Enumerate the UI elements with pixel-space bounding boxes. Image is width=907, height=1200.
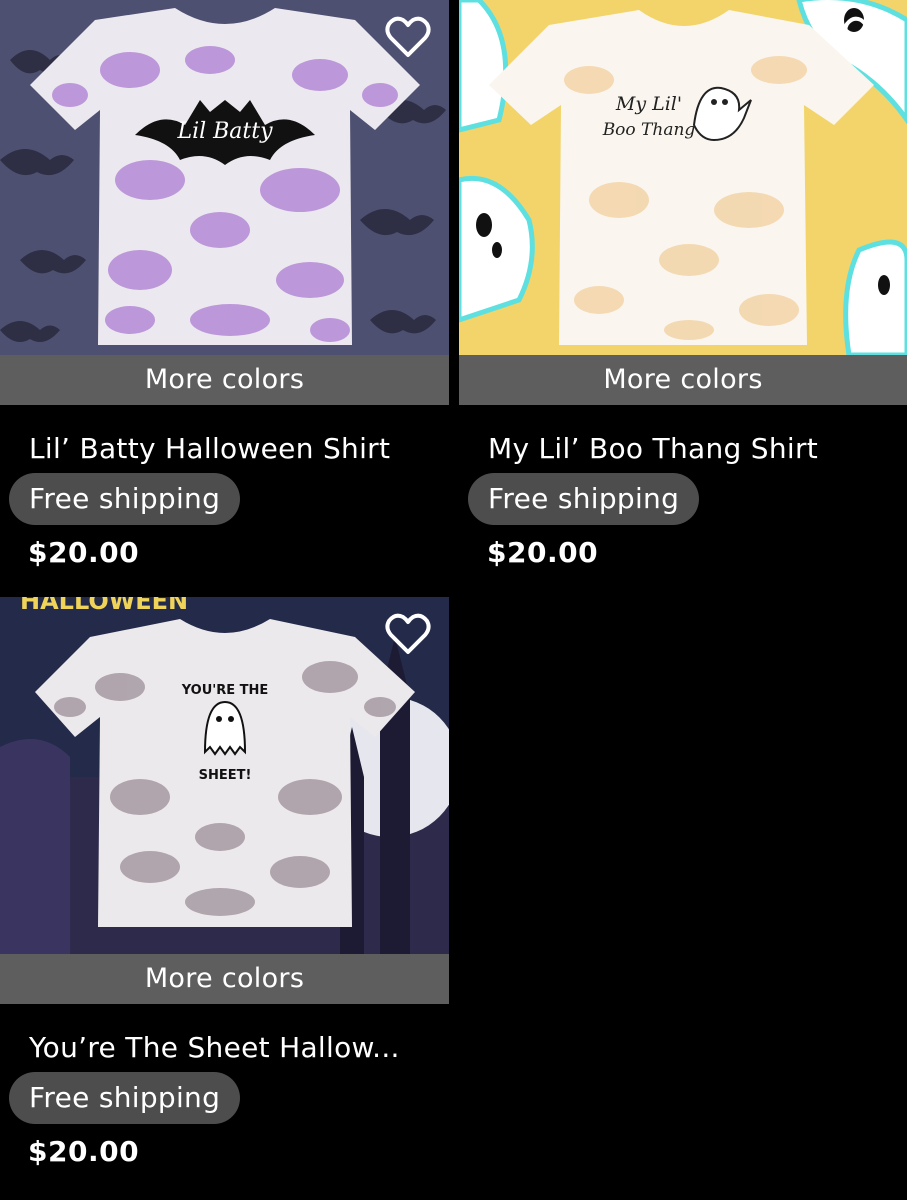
free-shipping-badge: Free shipping [468, 473, 700, 525]
listing-image[interactable]: Lil Batty [0, 0, 449, 355]
shirt-print-line1: My Lil' [615, 93, 682, 115]
boo-thang-shirt-image: My Lil' Boo Thang [459, 0, 907, 355]
heart-icon[interactable] [383, 609, 433, 659]
more-colors-button[interactable]: More colors [0, 954, 449, 1004]
shirt-print-bottom: SHEET! [199, 768, 252, 783]
listing-image[interactable]: HALLOWEEN YOU'RE THE SHEET! [0, 597, 449, 954]
listing-card-youre-the-sheet[interactable]: HALLOWEEN YOU'RE THE SHEET! More colors … [0, 597, 449, 1172]
free-shipping-badge: Free shipping [9, 473, 241, 525]
listing-price: $20.00 [487, 536, 599, 569]
listing-card-boo-thang[interactable]: My Lil' Boo Thang More colors My Lil’ Bo… [459, 0, 907, 573]
heart-icon[interactable] [383, 12, 433, 62]
listing-title[interactable]: You’re The Sheet Hallow... [29, 1030, 449, 1066]
lil-batty-shirt-image: Lil Batty [0, 0, 449, 355]
listing-title[interactable]: My Lil’ Boo Thang Shirt [488, 431, 907, 467]
heart-icon[interactable] [841, 12, 891, 62]
listing-card-lil-batty[interactable]: Lil Batty More colors Lil’ Batty Hallowe… [0, 0, 449, 573]
more-colors-button[interactable]: More colors [0, 355, 449, 405]
listing-price: $20.00 [28, 1135, 140, 1168]
listing-title[interactable]: Lil’ Batty Halloween Shirt [29, 431, 449, 467]
free-shipping-badge: Free shipping [9, 1072, 241, 1124]
shirt-print-line2: Boo Thang [602, 120, 696, 140]
youre-the-sheet-shirt-image: HALLOWEEN YOU'RE THE SHEET! [0, 597, 449, 954]
listing-image[interactable]: My Lil' Boo Thang [459, 0, 907, 355]
listing-price: $20.00 [28, 536, 140, 569]
more-colors-button[interactable]: More colors [459, 355, 907, 405]
banner-text: HALLOWEEN [20, 597, 188, 615]
shirt-print-top: YOU'RE THE [181, 683, 269, 698]
shirt-print-text: Lil Batty [176, 119, 273, 144]
